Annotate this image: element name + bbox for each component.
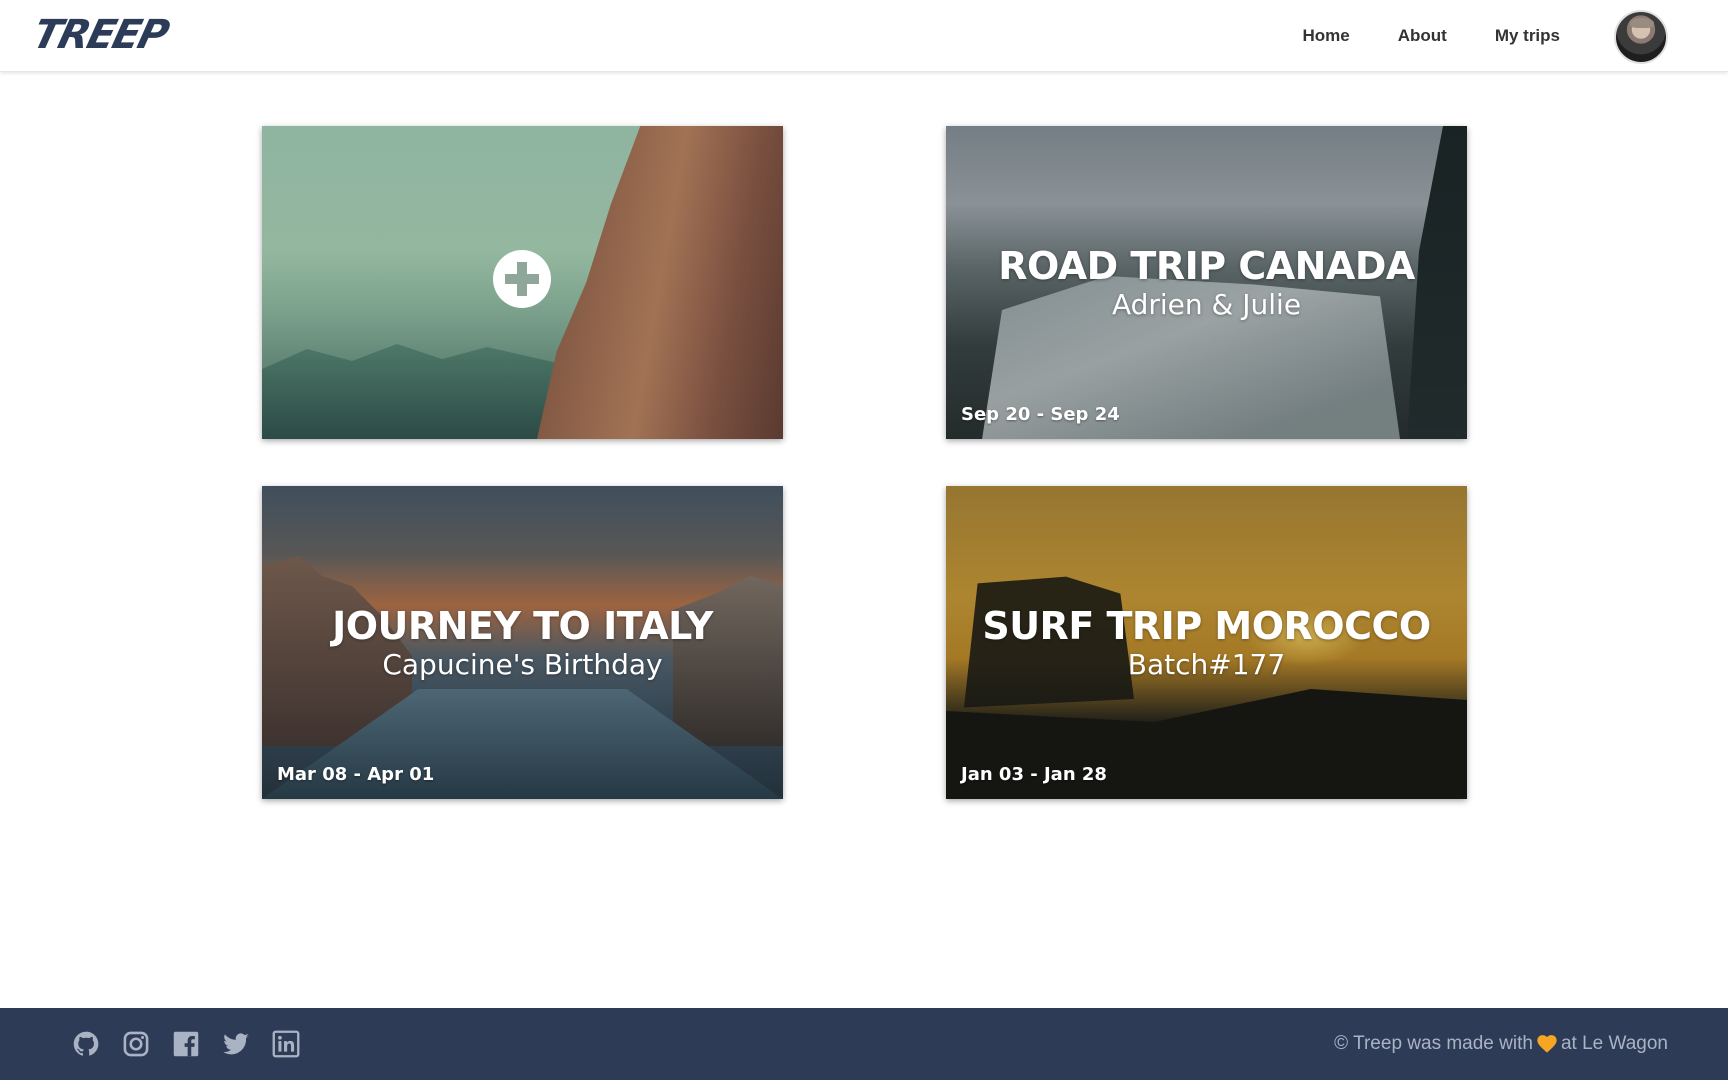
avatar[interactable] xyxy=(1614,10,1668,64)
new-trip-card[interactable] xyxy=(262,126,783,439)
instagram-icon[interactable] xyxy=(122,1030,150,1058)
trip-subtitle: Batch#177 xyxy=(1127,648,1286,681)
trip-card-journey-to-italy[interactable]: JOURNEY TO ITALY Capucine's Birthday Mar… xyxy=(262,486,783,799)
twitter-icon[interactable] xyxy=(222,1030,250,1058)
nav-link-about[interactable]: About xyxy=(1374,26,1471,46)
navbar: TREEP Home About My trips xyxy=(0,0,1728,72)
add-trip-plus-icon[interactable] xyxy=(493,250,551,308)
trip-subtitle: Capucine's Birthday xyxy=(382,648,663,681)
facebook-icon[interactable] xyxy=(172,1030,200,1058)
trip-subtitle: Adrien & Julie xyxy=(1111,288,1302,321)
trip-title: SURF TRIP MOROCCO xyxy=(982,604,1431,648)
nav-link-home[interactable]: Home xyxy=(1278,26,1373,46)
trip-title: ROAD TRIP CANADA xyxy=(998,244,1415,288)
hills-decoration xyxy=(262,344,562,439)
trip-card-surf-trip-morocco[interactable]: SURF TRIP MOROCCO Batch#177 Jan 03 - Jan… xyxy=(946,486,1467,799)
footer-credit-suffix: at Le Wagon xyxy=(1560,1033,1668,1054)
footer-credit: © Treep was made with at Le Wagon xyxy=(1334,1008,1668,1080)
nav-link-my-trips[interactable]: My trips xyxy=(1471,26,1584,46)
trip-title: JOURNEY TO ITALY xyxy=(332,604,713,648)
logo[interactable]: TREEP xyxy=(28,12,172,58)
trip-dates: Sep 20 - Sep 24 xyxy=(961,404,1120,425)
avatar-hair xyxy=(1630,18,1654,28)
footer: © Treep was made with at Le Wagon xyxy=(0,1008,1728,1080)
footer-credit-prefix: © Treep was made with xyxy=(1334,1033,1533,1054)
linkedin-icon[interactable] xyxy=(272,1030,300,1058)
social-links xyxy=(72,1008,300,1080)
heart-icon xyxy=(1537,1035,1557,1053)
cliff-decoration xyxy=(537,126,783,439)
trip-card-road-trip-canada[interactable]: ROAD TRIP CANADA Adrien & Julie Sep 20 -… xyxy=(946,126,1467,439)
trip-dates: Mar 08 - Apr 01 xyxy=(277,764,435,785)
trip-dates: Jan 03 - Jan 28 xyxy=(961,764,1107,785)
nav-links: Home About My trips xyxy=(1278,0,1584,72)
github-icon[interactable] xyxy=(72,1030,100,1058)
